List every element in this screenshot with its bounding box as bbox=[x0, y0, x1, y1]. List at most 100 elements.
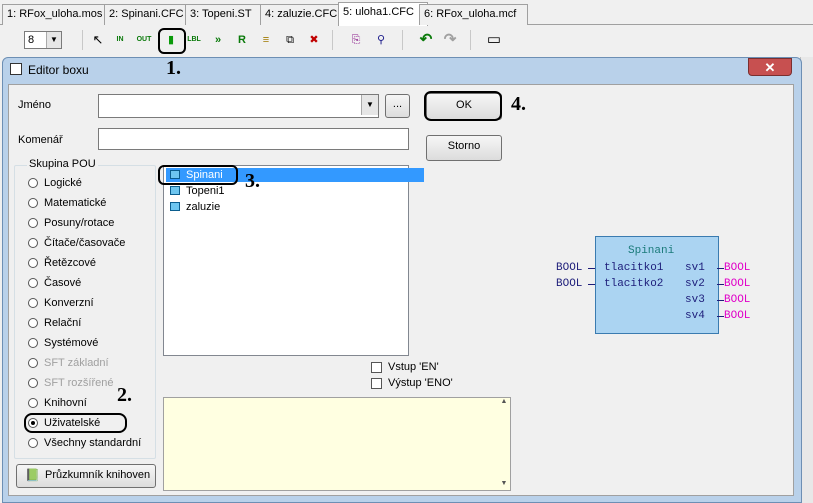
radio-5[interactable] bbox=[28, 258, 38, 268]
input-name: tlacitko2 bbox=[604, 278, 664, 290]
radio-label[interactable]: Čítače/časovače bbox=[44, 237, 125, 249]
scroll-up-icon[interactable]: ▲ bbox=[498, 398, 510, 408]
output-pin bbox=[717, 300, 724, 301]
radio-label[interactable]: Relační bbox=[44, 317, 81, 329]
radio-10 bbox=[28, 358, 38, 368]
radio-label[interactable]: Všechny standardní bbox=[44, 437, 141, 449]
radio-8[interactable] bbox=[28, 318, 38, 328]
chevron-down-icon[interactable]: ▼ bbox=[361, 95, 378, 115]
find-icon[interactable]: ⚲ bbox=[371, 31, 391, 49]
zoom-select[interactable]: 8 ▼ bbox=[24, 31, 62, 49]
tab-topeni-st[interactable]: 3: Topeni.ST bbox=[185, 4, 269, 25]
scroll-down-icon[interactable]: ▼ bbox=[498, 480, 510, 490]
radio-label[interactable]: Logické bbox=[44, 177, 82, 189]
annotation-4: 4. bbox=[511, 93, 526, 115]
radio-label[interactable]: Posuny/rotace bbox=[44, 217, 114, 229]
dialog-title: Editor boxu bbox=[28, 63, 89, 77]
output-pin bbox=[717, 316, 724, 317]
library-button-label: Průzkumník knihoven bbox=[45, 469, 151, 481]
pou-icon bbox=[170, 186, 180, 195]
annotation-2: 2. bbox=[117, 384, 132, 406]
radio-14[interactable] bbox=[28, 438, 38, 448]
close-button[interactable]: ✕ bbox=[748, 58, 792, 76]
highlight-spinani bbox=[158, 165, 238, 185]
radio-4[interactable] bbox=[28, 238, 38, 248]
output-icon[interactable]: OUT bbox=[134, 31, 154, 49]
output-pin bbox=[717, 284, 724, 285]
list-item-label: Topeni1 bbox=[186, 185, 225, 197]
radio-3[interactable] bbox=[28, 218, 38, 228]
list-item-label: zaluzie bbox=[186, 201, 221, 213]
annotation-1: 1. bbox=[166, 57, 181, 79]
tab-uloha1-cfc[interactable]: 5: uloha1.CFC bbox=[338, 2, 428, 26]
pou-group-label: Skupina POU bbox=[27, 158, 98, 170]
chevron-down-icon[interactable]: ▼ bbox=[46, 32, 61, 48]
radio-6[interactable] bbox=[28, 278, 38, 288]
input-pin bbox=[588, 284, 595, 285]
return-icon[interactable]: R bbox=[232, 31, 252, 49]
radio-label[interactable]: Systémové bbox=[44, 337, 98, 349]
radio-9[interactable] bbox=[28, 338, 38, 348]
radio-label: SFT rozšířené bbox=[44, 377, 114, 389]
copy-icon[interactable]: ⎘ bbox=[346, 31, 366, 49]
radio-label[interactable]: Řetězcové bbox=[44, 257, 96, 269]
list-item-zaluzie[interactable]: zaluzie bbox=[166, 200, 220, 214]
cursor-icon[interactable]: ↖ bbox=[88, 31, 108, 49]
output-name: sv3 bbox=[685, 294, 705, 306]
highlight-user-radio bbox=[24, 413, 127, 433]
radio-label[interactable]: Časové bbox=[44, 277, 81, 289]
comment-icon[interactable]: ≡ bbox=[256, 31, 276, 49]
radio-12[interactable] bbox=[28, 398, 38, 408]
tab-spinani-cfc[interactable]: 2: Spinani.CFC bbox=[104, 4, 194, 25]
tab-rfox-uloha-mcf[interactable]: 6: RFox_uloha.mcf bbox=[419, 4, 528, 25]
toolbar-separator bbox=[470, 30, 471, 50]
description-area[interactable]: ▲ ▼ bbox=[163, 397, 511, 491]
eno-label: Výstup 'ENO' bbox=[388, 377, 453, 389]
input-type: BOOL bbox=[556, 262, 583, 274]
radio-label[interactable]: Knihovní bbox=[44, 397, 87, 409]
comment-input[interactable] bbox=[98, 128, 409, 150]
radio-2[interactable] bbox=[28, 198, 38, 208]
radio-1[interactable] bbox=[28, 178, 38, 188]
annotation-3: 3. bbox=[245, 170, 260, 192]
input-pin bbox=[588, 268, 595, 269]
redo-icon[interactable]: ↷ bbox=[440, 31, 460, 49]
pou-icon bbox=[170, 202, 180, 211]
en-label: Vstup 'EN' bbox=[388, 361, 439, 373]
block-name: Spinani bbox=[628, 245, 675, 257]
library-explorer-button[interactable]: 📗 Průzkumník knihoven bbox=[16, 464, 156, 488]
window-icon[interactable]: ▭ bbox=[484, 31, 504, 49]
tab-zaluzie-cfc[interactable]: 4: zaluzie.CFC bbox=[260, 4, 347, 25]
name-combobox[interactable]: ▼ bbox=[98, 94, 379, 118]
output-type: BOOL bbox=[724, 294, 751, 306]
en-checkbox[interactable] bbox=[371, 362, 382, 373]
output-type: BOOL bbox=[724, 310, 751, 322]
tab-rfox-uloha-mos[interactable]: 1: RFox_uloha.mos bbox=[2, 4, 113, 25]
list-item-topeni1[interactable]: Topeni1 bbox=[166, 184, 225, 198]
input-name: tlacitko1 bbox=[604, 262, 664, 274]
document-tab-bar: 1: RFox_uloha.mos 2: Spinani.CFC 3: Tope… bbox=[0, 0, 813, 26]
toolbar-separator bbox=[332, 30, 333, 50]
zoom-value: 8 bbox=[28, 34, 35, 46]
highlight-box-tool bbox=[158, 28, 186, 54]
output-type: BOOL bbox=[724, 262, 751, 274]
radio-7[interactable] bbox=[28, 298, 38, 308]
toolbar-separator bbox=[82, 30, 83, 50]
browse-button[interactable]: ... bbox=[385, 94, 410, 118]
comment-label: Komenář bbox=[18, 134, 63, 146]
cancel-button[interactable]: Storno bbox=[426, 135, 502, 161]
input-icon[interactable]: IN bbox=[110, 31, 130, 49]
pou-list[interactable]: Spinani Topeni1 zaluzie bbox=[163, 165, 424, 356]
delete-icon[interactable]: ✖ bbox=[304, 31, 324, 49]
output-name: sv2 bbox=[685, 278, 705, 290]
output-name: sv4 bbox=[685, 310, 705, 322]
eno-checkbox[interactable] bbox=[371, 378, 382, 389]
input-type: BOOL bbox=[556, 278, 583, 290]
radio-label[interactable]: Konverzní bbox=[44, 297, 94, 309]
jump-icon[interactable]: » bbox=[208, 31, 228, 49]
undo-icon[interactable]: ↶ bbox=[416, 31, 436, 49]
radio-label[interactable]: Matematické bbox=[44, 197, 106, 209]
macro-icon[interactable]: ⧉ bbox=[280, 31, 300, 49]
dialog-icon bbox=[10, 63, 22, 75]
label-icon[interactable]: LBL bbox=[184, 31, 204, 49]
